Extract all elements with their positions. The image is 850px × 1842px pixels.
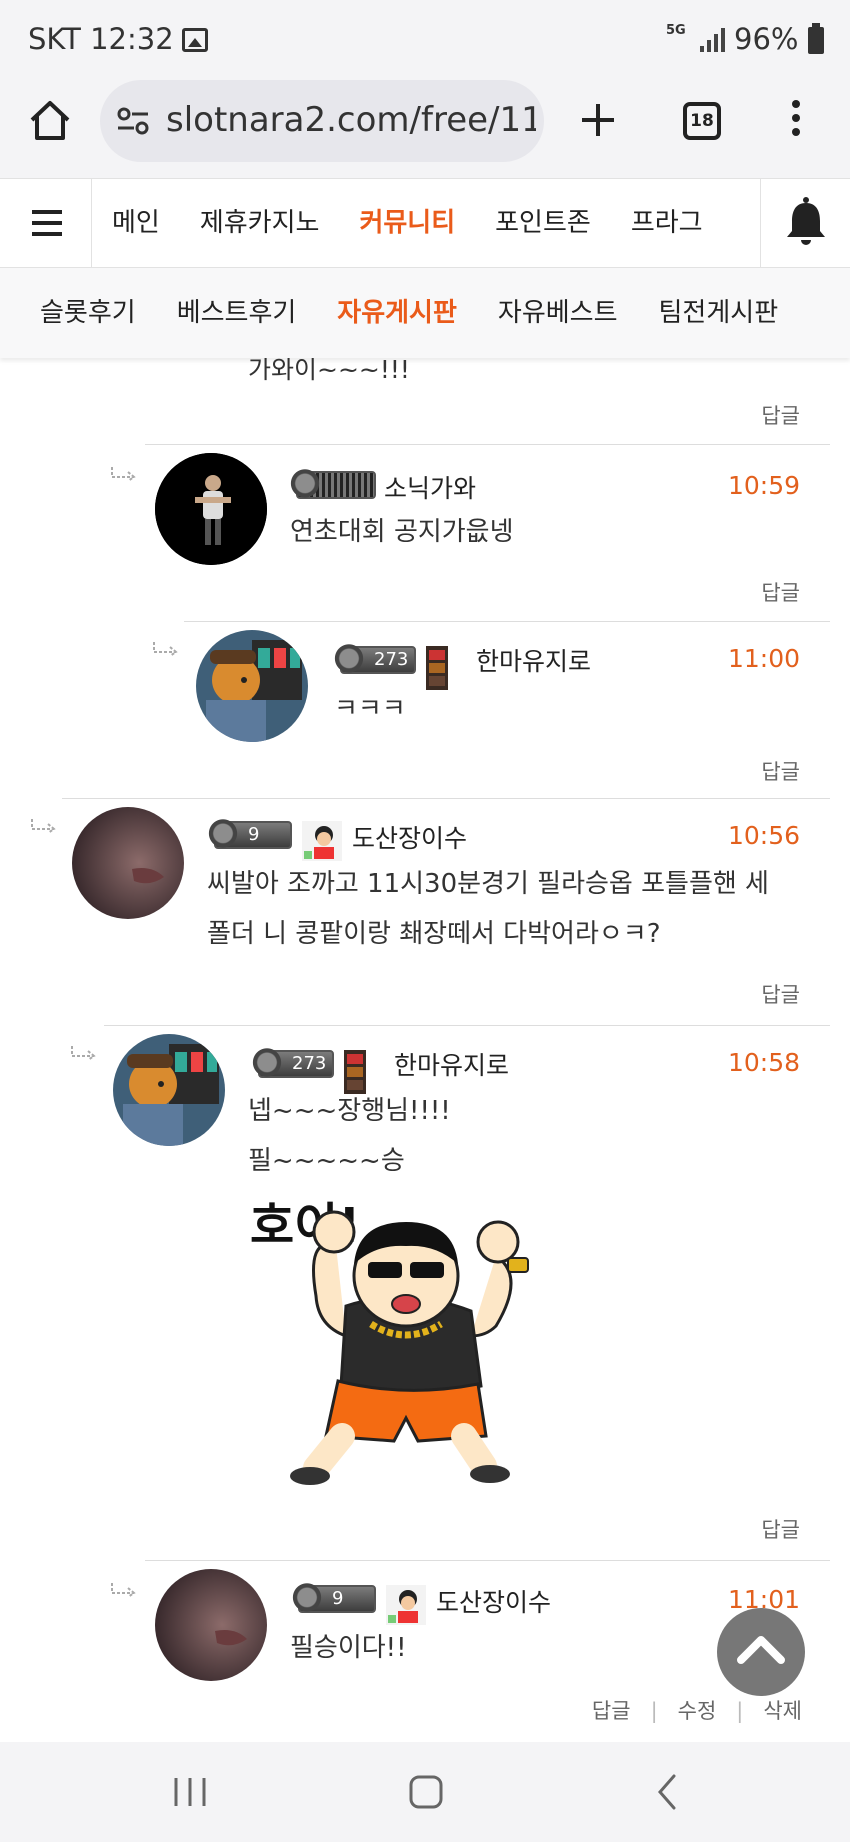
image-notification-icon	[182, 28, 208, 52]
subnav-slot-review[interactable]: 슬롯후기	[40, 268, 136, 358]
reply-button[interactable]: 답글	[761, 400, 800, 430]
site-settings-icon[interactable]	[116, 104, 150, 138]
board-sub-nav: 슬롯후기 베스트후기 자유게시판 자유베스트 팀전게시판	[0, 268, 850, 358]
network-type: 5G	[666, 23, 686, 38]
system-navigation-bar	[0, 1742, 850, 1842]
avatar[interactable]	[155, 1569, 267, 1681]
user-item-icon	[426, 646, 449, 690]
nav-item-point-zone[interactable]: 포인트존	[495, 179, 591, 267]
user-level-badge: 273	[251, 1048, 367, 1094]
battery-percent: 96%	[734, 22, 799, 56]
avatar[interactable]	[155, 453, 267, 565]
site-main-nav: 메인 제휴카지노 커뮤니티 포인트존 프라그	[0, 178, 850, 268]
recent-apps-icon[interactable]	[172, 1772, 208, 1812]
edit-button[interactable]: 수정	[678, 1699, 717, 1723]
status-bar: SKT 12:32 5G 96%	[0, 0, 850, 80]
back-icon[interactable]	[652, 1772, 682, 1812]
comment-item: 273 한마유지로 10:58 넵~~~장행님!!!! 필~~~~~승 호이!	[0, 1026, 850, 1560]
comment-text: 가와이~~~!!!	[248, 358, 410, 384]
comment-author[interactable]: 도산장이수	[436, 1583, 551, 1619]
comment-author[interactable]: 한마유지로	[394, 1046, 509, 1082]
nav-item-partner-casino[interactable]: 제휴카지노	[200, 179, 320, 267]
reply-button[interactable]: 답글	[592, 1699, 631, 1723]
signal-icon	[700, 28, 726, 52]
comment-time: 11:00	[727, 644, 800, 673]
scroll-to-top-button[interactable]	[717, 1608, 805, 1696]
url-text[interactable]: slotnara2.com/free/11	[166, 100, 536, 140]
comment-list: 가와이~~~!!! 답글 소닉가와 10:59 연초대회 공지가읎넹 답글 27…	[0, 358, 850, 1738]
more-menu-icon[interactable]	[790, 100, 802, 144]
reply-arrow-icon	[111, 467, 136, 481]
comment-text: 연초대회 공지가읎넹	[290, 517, 514, 547]
comment-author[interactable]: 소닉가와	[384, 469, 476, 505]
comment-author[interactable]: 한마유지로	[476, 642, 591, 678]
hamburger-menu-icon[interactable]	[0, 179, 92, 267]
separator: |	[650, 1699, 658, 1723]
tab-switcher-button[interactable]: 18	[683, 102, 721, 140]
comment-time: 10:59	[727, 471, 800, 500]
address-bar[interactable]: slotnara2.com/free/11	[100, 80, 544, 162]
reply-button[interactable]: 답글	[761, 979, 800, 1009]
bell-icon[interactable]	[760, 179, 850, 267]
comment-item: 9 도산장이수 10:56 씨발아 조까고 11시30분경기 필라승옵 포틀플핸…	[0, 799, 850, 1025]
avatar[interactable]	[113, 1034, 225, 1146]
home-nav-icon[interactable]	[408, 1772, 444, 1812]
home-icon[interactable]	[28, 98, 72, 142]
reply-arrow-icon	[31, 819, 56, 833]
status-time: SKT 12:32	[28, 22, 174, 56]
subnav-best-review[interactable]: 베스트후기	[177, 268, 297, 358]
separator: |	[736, 1699, 744, 1723]
user-level: 273	[251, 1048, 335, 1080]
subnav-free-board[interactable]: 자유게시판	[337, 268, 457, 358]
avatar[interactable]	[196, 630, 308, 742]
subnav-team-board[interactable]: 팀전게시판	[659, 268, 779, 358]
user-level: 273	[333, 644, 417, 676]
subnav-free-best[interactable]: 자유베스트	[498, 268, 618, 358]
comment-item: 273 한마유지로 11:00 ㅋㅋㅋ 답글	[0, 622, 850, 798]
reply-button[interactable]: 답글	[761, 756, 800, 786]
user-level-badge: 9	[292, 1583, 426, 1625]
reply-button[interactable]: 답글	[761, 1514, 800, 1544]
user-level-badge: 9	[208, 819, 342, 861]
sticker-image: 호이!	[246, 1186, 566, 1486]
user-level: 9	[208, 819, 292, 851]
comment-author[interactable]: 도산장이수	[352, 819, 467, 855]
browser-toolbar: slotnara2.com/free/11 18	[0, 80, 850, 178]
nav-item-community[interactable]: 커뮤니티	[359, 179, 455, 267]
comment-time: 10:58	[727, 1048, 800, 1077]
comment-text: 씨발아 조까고 11시30분경기 필라승옵 포틀플핸 세	[207, 869, 769, 899]
comment-time: 10:56	[727, 821, 800, 850]
user-level-badge: 273	[333, 644, 449, 690]
nav-item-pragmatic[interactable]: 프라그	[631, 179, 703, 267]
delete-button[interactable]: 삭제	[763, 1699, 802, 1723]
avatar[interactable]	[72, 807, 184, 919]
new-tab-icon[interactable]	[578, 98, 618, 142]
reply-arrow-icon	[153, 642, 178, 656]
nav-item-main[interactable]: 메인	[112, 179, 160, 267]
user-level: 9	[292, 1583, 376, 1615]
user-character-icon	[302, 821, 342, 861]
reply-button[interactable]: 답글	[761, 577, 800, 607]
battery-icon	[808, 23, 824, 54]
reply-arrow-icon	[71, 1046, 96, 1060]
comment-text: 폴더 니 콩팥이랑 쵀장떼서 다박어라ㅇㅋ?	[207, 919, 661, 949]
comment-item: 소닉가와 10:59 연초대회 공지가읎넹 답글	[0, 445, 850, 621]
comment-text: 넵~~~장행님!!!!	[248, 1096, 451, 1126]
user-character-icon	[386, 1585, 426, 1625]
comment-text: ㅋㅋㅋ	[334, 694, 406, 724]
comment-text: 필승이다!!	[290, 1633, 407, 1663]
comment-text: 필~~~~~승	[248, 1146, 405, 1176]
user-level-badge	[290, 469, 376, 503]
comment-actions: 답글 | 수정 | 삭제	[592, 1695, 802, 1725]
chevron-up-icon	[737, 1636, 785, 1664]
reply-arrow-icon	[111, 1583, 136, 1597]
